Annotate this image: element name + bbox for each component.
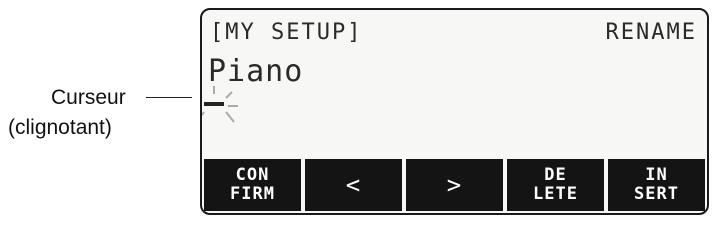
cursor-callout-label: Curseur (51, 86, 126, 109)
confirm-button[interactable]: CON FIRM (204, 159, 301, 211)
cursor-callout-sublabel: (clignotant) (8, 116, 112, 139)
insert-button[interactable]: IN SERT (608, 159, 705, 211)
callout-leader-line (146, 97, 192, 98)
screen-mode-label: RENAME (605, 20, 697, 45)
softkey-bar: CON FIRM < > DE LETE IN SERT (204, 159, 705, 211)
delete-button[interactable]: DE LETE (507, 159, 604, 211)
screen-title: [MY SETUP] (210, 20, 363, 45)
insert-button-label: IN SERT (634, 165, 679, 204)
blinking-cursor-icon (202, 76, 252, 132)
chevron-left-icon: < (345, 170, 362, 199)
confirm-button-label: CON FIRM (230, 165, 275, 204)
cursor-right-button[interactable]: > (406, 159, 503, 211)
chevron-right-icon: > (446, 170, 463, 199)
cursor-left-button[interactable]: < (305, 159, 402, 211)
lcd-display: [MY SETUP] RENAME Piano CON FIRM < > DE … (200, 8, 709, 215)
delete-button-label: DE LETE (533, 165, 578, 204)
